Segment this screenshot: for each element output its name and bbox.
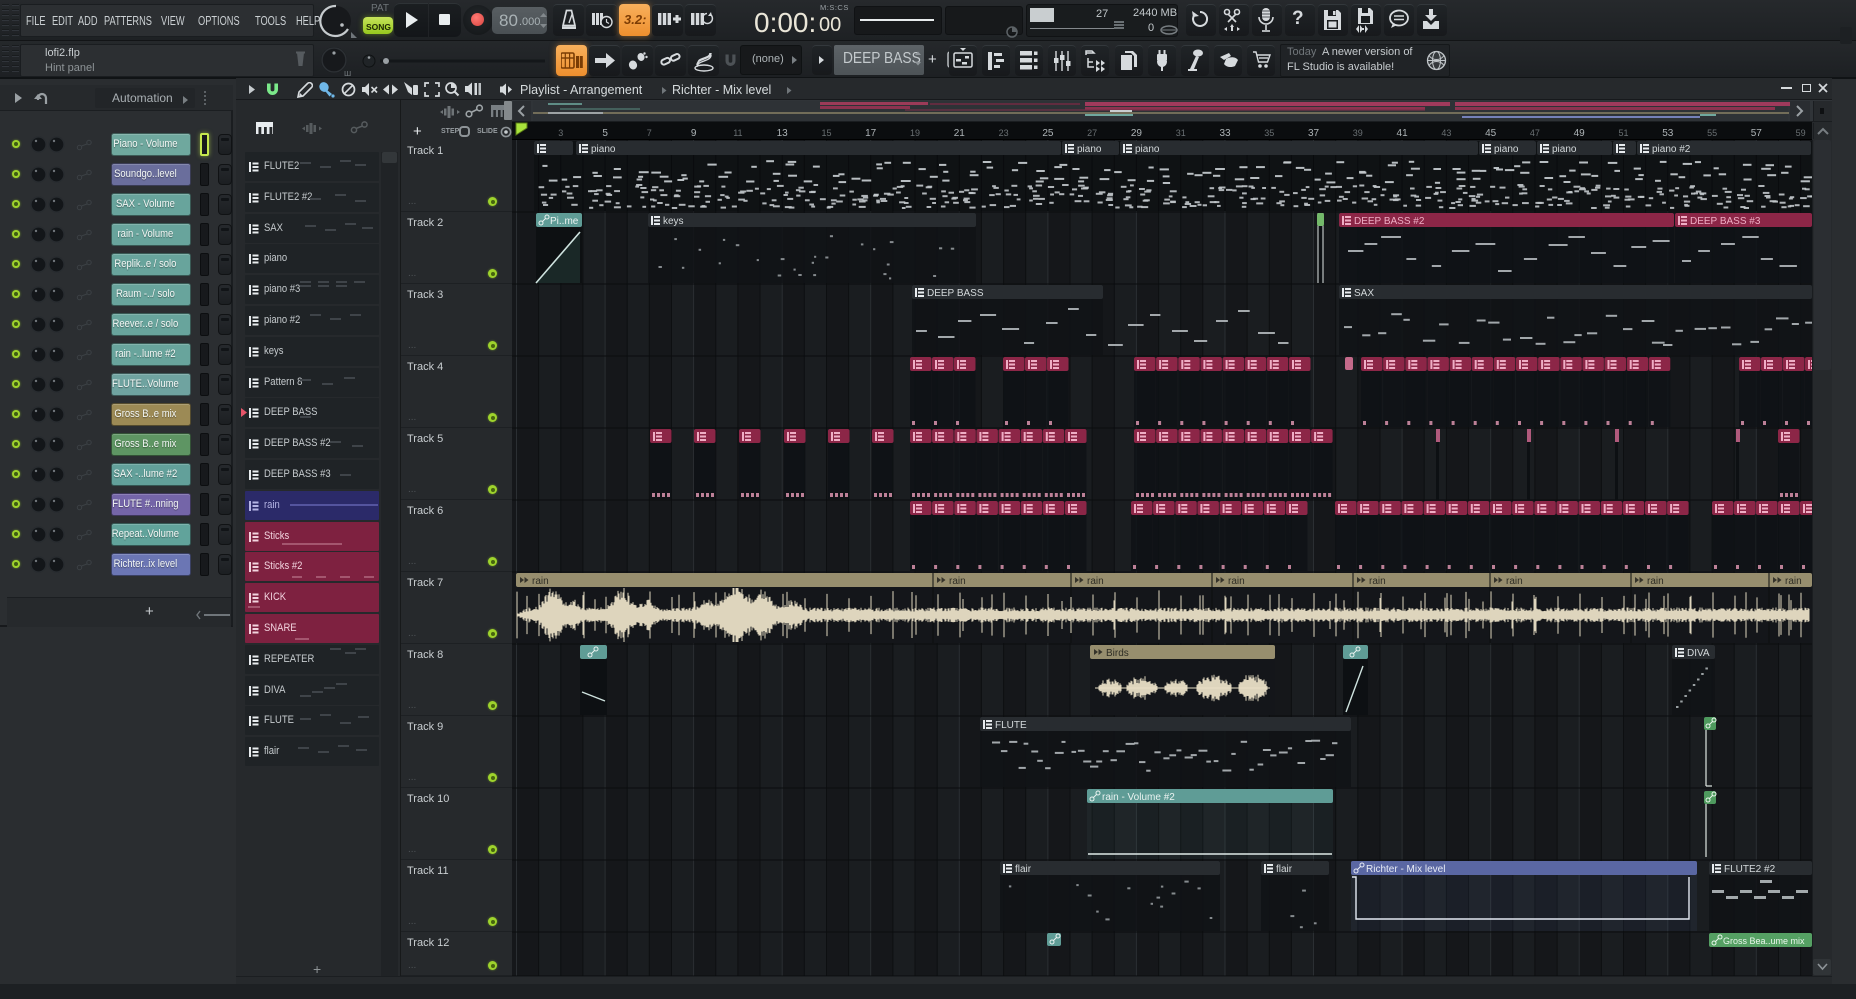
svg-text:25: 25	[1042, 128, 1054, 139]
svg-text:35: 35	[1264, 128, 1274, 138]
svg-text:53: 53	[1662, 128, 1674, 139]
svg-text:21: 21	[954, 128, 966, 139]
svg-text:29: 29	[1131, 128, 1143, 139]
svg-text:piano #2: piano #2	[1652, 144, 1691, 155]
svg-text:19: 19	[910, 128, 920, 138]
svg-text:rain - Volume #2: rain - Volume #2	[1102, 792, 1175, 803]
svg-text:49: 49	[1574, 128, 1586, 139]
svg-text:piano: piano	[1077, 144, 1102, 155]
svg-text:5: 5	[602, 128, 608, 139]
svg-text:DIVA: DIVA	[1687, 648, 1710, 659]
svg-text:3: 3	[558, 128, 563, 138]
svg-text:39: 39	[1353, 128, 1363, 138]
svg-text:41: 41	[1397, 128, 1409, 139]
svg-text:51: 51	[1618, 128, 1628, 138]
svg-text:31: 31	[1176, 128, 1186, 138]
svg-text:45: 45	[1485, 128, 1497, 139]
svg-text:rain: rain	[1228, 576, 1245, 587]
svg-text:piano: piano	[1135, 144, 1160, 155]
svg-text:17: 17	[865, 128, 877, 139]
svg-text:55: 55	[1707, 128, 1717, 138]
svg-text:11: 11	[733, 128, 742, 138]
svg-text:DEEP BASS #2: DEEP BASS #2	[1354, 216, 1425, 227]
svg-text:Pi..me: Pi..me	[550, 216, 579, 227]
svg-text:Birds: Birds	[1106, 648, 1129, 659]
svg-text:rain: rain	[1647, 576, 1664, 587]
svg-text:59: 59	[1796, 128, 1806, 138]
svg-text:SAX: SAX	[1354, 288, 1374, 299]
svg-text:57: 57	[1751, 128, 1763, 139]
svg-text:flair: flair	[1015, 864, 1032, 875]
svg-text:7: 7	[647, 128, 652, 138]
svg-text:flair: flair	[1276, 864, 1293, 875]
svg-text:15: 15	[821, 128, 831, 138]
svg-text:keys: keys	[663, 216, 684, 227]
svg-text:piano: piano	[1494, 144, 1519, 155]
svg-text:FLUTE2 #2: FLUTE2 #2	[1724, 864, 1776, 875]
svg-text:piano: piano	[1552, 144, 1577, 155]
svg-text:rain: rain	[1087, 576, 1104, 587]
svg-text:rain: rain	[1785, 576, 1802, 587]
svg-text:9: 9	[691, 128, 697, 139]
svg-text:23: 23	[999, 128, 1009, 138]
svg-text:13: 13	[777, 128, 789, 139]
svg-text:piano: piano	[591, 144, 616, 155]
svg-text:43: 43	[1441, 128, 1451, 138]
svg-text:DEEP BASS #3: DEEP BASS #3	[1690, 216, 1761, 227]
svg-text:rain: rain	[1369, 576, 1386, 587]
svg-text:rain: rain	[949, 576, 966, 587]
svg-text:Richter - Mix level: Richter - Mix level	[1366, 864, 1445, 875]
svg-text:rain: rain	[532, 576, 549, 587]
svg-text:47: 47	[1530, 128, 1540, 138]
svg-text:FLUTE: FLUTE	[995, 720, 1027, 731]
svg-text:37: 37	[1308, 128, 1320, 139]
svg-text:27: 27	[1087, 128, 1097, 138]
svg-text:Gross Bea..ume mix: Gross Bea..ume mix	[1723, 936, 1805, 946]
svg-text:rain: rain	[1506, 576, 1523, 587]
svg-text:33: 33	[1219, 128, 1231, 139]
svg-text:DEEP BASS: DEEP BASS	[927, 288, 984, 299]
